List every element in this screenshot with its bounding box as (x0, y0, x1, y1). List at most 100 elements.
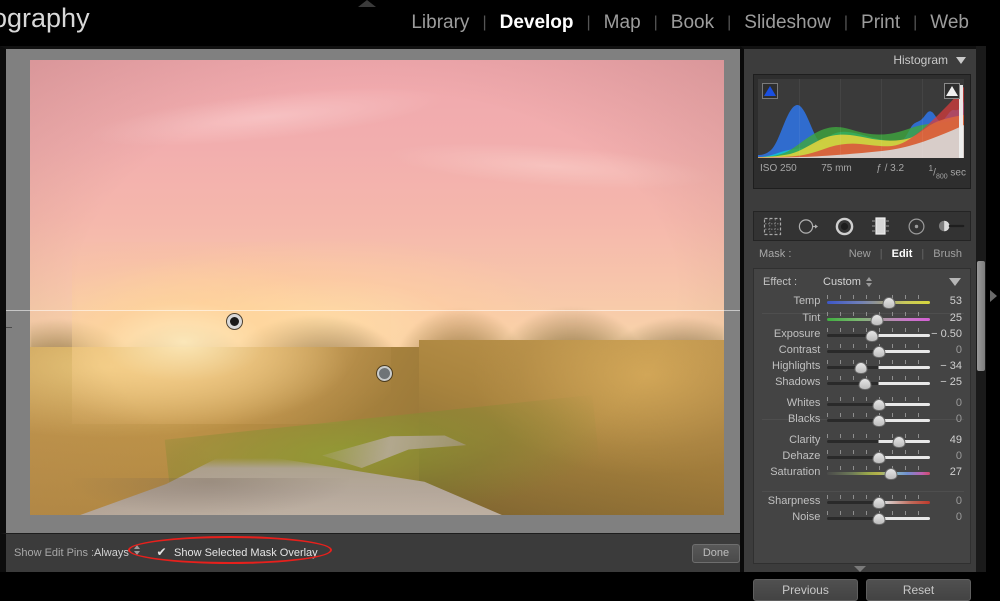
slider-control-contrast[interactable] (827, 343, 931, 358)
slider-row-temp[interactable]: Temp 53 (754, 293, 970, 309)
slider-control-clarity[interactable] (827, 433, 931, 448)
module-book[interactable]: Book (658, 12, 727, 34)
slider-handle-clarity[interactable] (892, 436, 906, 448)
slider-value-exposure[interactable]: − 0.50 (930, 328, 970, 340)
chevron-down-icon[interactable] (956, 56, 966, 64)
panel-expand-arrow-icon[interactable] (990, 290, 997, 302)
effect-preset-value[interactable]: Custom (823, 276, 861, 288)
slider-row-dehaze[interactable]: Dehaze 0 (754, 448, 970, 464)
module-library[interactable]: Library (398, 12, 482, 34)
done-button[interactable]: Done (692, 544, 740, 563)
slider-handle-saturation[interactable] (884, 468, 898, 480)
slider-row-clarity[interactable]: Clarity 49 (754, 432, 970, 448)
slider-handle-contrast[interactable] (872, 346, 886, 358)
slider-value-blacks[interactable]: 0 (930, 413, 970, 425)
stepper-down-icon[interactable] (134, 551, 140, 555)
slider-control-shadows[interactable] (827, 375, 931, 390)
slider-value-highlights[interactable]: − 34 (930, 360, 970, 372)
slider-row-blacks[interactable]: Blacks 0 (754, 411, 970, 427)
show-mask-overlay-checkbox[interactable]: ✔ (156, 546, 167, 558)
slider-row-tint[interactable]: Tint 25 (754, 310, 970, 326)
show-edit-pins-stepper[interactable] (134, 545, 140, 555)
scrollbar-thumb[interactable] (977, 261, 985, 371)
slider-value-tint[interactable]: 25 (930, 312, 970, 324)
adjustment-brush-tool[interactable] (938, 215, 966, 237)
histogram-plot[interactable] (758, 79, 964, 158)
mask-brush-button[interactable]: Brush (924, 248, 971, 260)
module-map[interactable]: Map (591, 12, 654, 34)
slider-row-sharpness[interactable]: Sharpness 0 (754, 493, 970, 509)
slider-handle-shadows[interactable] (858, 378, 872, 390)
slider-track-exposure[interactable] (827, 334, 931, 337)
slider-handle-dehaze[interactable] (872, 452, 886, 464)
effect-collapse-icon[interactable] (949, 278, 961, 286)
graduated-filter-tool[interactable] (866, 215, 894, 237)
slider-row-noise[interactable]: Noise 0 (754, 509, 970, 525)
radial-filter-tool[interactable] (902, 215, 930, 237)
show-mask-overlay-label[interactable]: Show Selected Mask Overlay (174, 547, 318, 559)
slider-value-sharpness[interactable]: 0 (930, 495, 970, 507)
slider-row-shadows[interactable]: Shadows − 25 (754, 374, 970, 390)
slider-value-dehaze[interactable]: 0 (930, 450, 970, 462)
module-web[interactable]: Web (917, 12, 982, 34)
slider-value-saturation[interactable]: 27 (930, 466, 970, 478)
slider-value-clarity[interactable]: 49 (930, 434, 970, 446)
slider-control-tint[interactable] (827, 311, 931, 326)
effect-stepper-icon[interactable] (865, 277, 872, 287)
slider-value-temp[interactable]: 53 (930, 295, 970, 307)
slider-value-contrast[interactable]: 0 (930, 344, 970, 356)
red-eye-correction-tool[interactable] (830, 215, 858, 237)
slider-row-exposure[interactable]: Exposure − 0.50 (754, 326, 970, 342)
module-develop[interactable]: Develop (487, 12, 587, 34)
slider-handle-exposure[interactable] (865, 330, 879, 342)
slider-track-saturation[interactable] (827, 472, 931, 475)
slider-control-whites[interactable] (827, 396, 931, 411)
slider-control-exposure[interactable] (827, 327, 931, 342)
slider-control-sharpness[interactable] (827, 494, 931, 509)
slider-row-whites[interactable]: Whites 0 (754, 395, 970, 411)
panel-collapse-down-icon[interactable] (854, 566, 866, 572)
stepper-down-icon[interactable] (865, 283, 872, 287)
slider-handle-blacks[interactable] (872, 415, 886, 427)
slider-value-whites[interactable]: 0 (930, 397, 970, 409)
slider-handle-tint[interactable] (870, 314, 884, 326)
slider-track-clarity[interactable] (827, 440, 931, 443)
highlight-clipping-indicator[interactable] (944, 83, 960, 99)
photo-preview[interactable] (30, 60, 724, 515)
edit-pin-unselected[interactable] (377, 366, 392, 381)
slider-handle-sharpness[interactable] (872, 497, 886, 509)
slider-row-saturation[interactable]: Saturation 27 (754, 464, 970, 480)
stepper-up-icon[interactable] (865, 277, 872, 281)
slider-value-noise[interactable]: 0 (930, 511, 970, 523)
slider-handle-whites[interactable] (872, 399, 886, 411)
slider-control-dehaze[interactable] (827, 449, 931, 464)
edit-pin-selected[interactable] (227, 314, 242, 329)
crop-overlay-tool[interactable] (758, 215, 786, 237)
slider-control-temp[interactable] (827, 294, 931, 309)
slider-track-temp[interactable] (827, 301, 931, 304)
module-slideshow[interactable]: Slideshow (731, 12, 844, 34)
slider-handle-noise[interactable] (872, 513, 886, 525)
previous-button[interactable]: Previous (753, 579, 858, 601)
shadow-clipping-indicator[interactable] (762, 83, 778, 99)
slider-track-highlights[interactable] (827, 366, 931, 369)
mask-new-button[interactable]: New (840, 248, 880, 260)
slider-control-saturation[interactable] (827, 465, 931, 480)
right-panel-scrollbar[interactable] (976, 46, 986, 572)
slider-handle-temp[interactable] (882, 297, 896, 309)
slider-handle-highlights[interactable] (854, 362, 868, 374)
spot-removal-tool[interactable] (794, 215, 822, 237)
slider-track-shadows[interactable] (827, 382, 931, 385)
stepper-up-icon[interactable] (134, 545, 140, 549)
histogram-header[interactable]: Histogram (893, 53, 966, 67)
top-panel-toggle-icon[interactable] (358, 0, 376, 7)
module-print[interactable]: Print (848, 12, 913, 34)
show-edit-pins-value[interactable]: Always (94, 547, 129, 559)
graduated-filter-line[interactable] (6, 310, 740, 311)
image-canvas[interactable] (0, 46, 740, 533)
slider-row-contrast[interactable]: Contrast 0 (754, 342, 970, 358)
reset-button[interactable]: Reset (866, 579, 971, 601)
slider-control-highlights[interactable] (827, 359, 931, 374)
slider-control-blacks[interactable] (827, 412, 931, 427)
slider-row-highlights[interactable]: Highlights − 34 (754, 358, 970, 374)
